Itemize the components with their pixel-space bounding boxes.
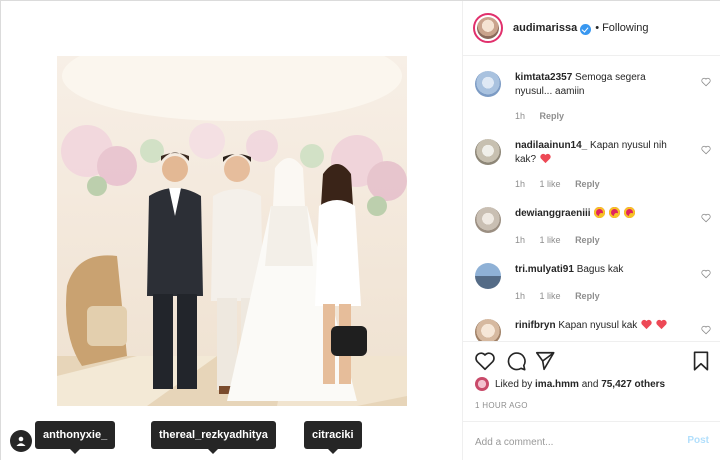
comment-meta: 1h 1 like Reply — [515, 291, 612, 301]
share-icon[interactable] — [534, 350, 556, 372]
user-tag-3[interactable]: citraciki — [304, 421, 362, 454]
likes-middle: and — [581, 378, 599, 390]
comment-text: Bagus kak — [576, 264, 624, 275]
header-separator: • — [595, 22, 600, 34]
like-comment-icon[interactable] — [701, 325, 711, 335]
following-button[interactable]: Following — [602, 22, 648, 34]
post-photo[interactable] — [57, 56, 407, 406]
commenter-avatar[interactable] — [475, 71, 501, 97]
heart-eyes-emoji-icon — [609, 207, 621, 218]
comment-text: Kapan nyusul kak — [558, 320, 638, 331]
reply-button[interactable]: Reply — [575, 235, 600, 245]
post-actions-bar — [463, 341, 720, 381]
verified-badge-icon — [580, 23, 592, 35]
like-comment-icon[interactable] — [701, 269, 711, 279]
commenter-avatar[interactable] — [475, 263, 501, 289]
heart-eyes-emoji-icon — [623, 207, 635, 218]
liker-avatar[interactable] — [475, 377, 489, 391]
likes-summary: Liked by ima.hmm and 75,427 others — [475, 377, 665, 391]
comment-time: 1h — [515, 111, 526, 121]
comment-username[interactable]: nadilaainun14_ — [515, 140, 587, 151]
comment-time: 1h — [515, 235, 526, 245]
likes-others-count[interactable]: 75,427 others — [601, 379, 665, 390]
red-heart-icon — [540, 153, 551, 164]
reply-button[interactable]: Reply — [575, 291, 600, 301]
commenter-avatar[interactable] — [475, 319, 501, 341]
comment-username[interactable]: kimtata2357 — [515, 72, 572, 83]
comment-likes[interactable]: 1 like — [540, 235, 561, 245]
comment-likes[interactable]: 1 like — [540, 179, 561, 189]
like-comment-icon[interactable] — [701, 77, 711, 87]
post-timestamp[interactable]: 1 HOUR AGO — [475, 401, 528, 410]
red-heart-icon — [656, 319, 667, 330]
comment-username[interactable]: tri.mulyati91 — [515, 264, 574, 275]
reply-button[interactable]: Reply — [575, 179, 600, 189]
comment-username[interactable]: dewianggraeniii — [515, 208, 591, 219]
comment-username[interactable]: rinifbryn — [515, 320, 556, 331]
reply-button[interactable]: Reply — [540, 111, 565, 121]
add-comment-bar: Post — [463, 421, 720, 460]
likes-prefix: Liked by — [495, 378, 533, 390]
heart-eyes-emoji-icon — [594, 207, 606, 218]
like-comment-icon[interactable] — [701, 213, 711, 223]
post-header: audimarissa • Following — [463, 1, 720, 56]
post-comment-button[interactable]: Post — [687, 435, 709, 446]
comment-meta: 1h 1 like Reply — [515, 179, 612, 189]
save-bookmark-icon[interactable] — [690, 350, 712, 372]
comment-bubble-icon[interactable] — [505, 350, 527, 372]
red-heart-icon — [641, 319, 652, 330]
comment-likes[interactable]: 1 like — [540, 291, 561, 301]
commenter-avatar[interactable] — [475, 207, 501, 233]
post-modal: anthonyxie_ thereal_rezkyadhitya citraci… — [0, 0, 720, 460]
comment-meta: 1h Reply — [515, 111, 576, 121]
comment-time: 1h — [515, 179, 526, 189]
like-comment-icon[interactable] — [701, 145, 711, 155]
user-tag-2[interactable]: thereal_rezkyadhitya — [151, 421, 276, 454]
like-heart-icon[interactable] — [474, 350, 496, 372]
post-side-panel: audimarissa • Following kimtata2357 Semo… — [463, 1, 720, 460]
wedding-photo-illustration — [57, 56, 407, 406]
comments-list[interactable]: kimtata2357 Semoga segera nyusul... aami… — [463, 57, 720, 341]
commenter-avatar[interactable] — [475, 139, 501, 165]
comment-time: 1h — [515, 291, 526, 301]
comment-meta: 1h 1 like Reply — [515, 235, 612, 245]
media-area: anthonyxie_ thereal_rezkyadhitya citraci… — [1, 1, 463, 460]
liker-username[interactable]: ima.hmm — [535, 379, 579, 390]
tagged-users-icon[interactable] — [10, 430, 32, 452]
author-avatar[interactable] — [473, 13, 503, 43]
author-username[interactable]: audimarissa — [513, 22, 577, 34]
user-tag-1[interactable]: anthonyxie_ — [35, 421, 116, 454]
comment-input[interactable] — [475, 433, 675, 451]
